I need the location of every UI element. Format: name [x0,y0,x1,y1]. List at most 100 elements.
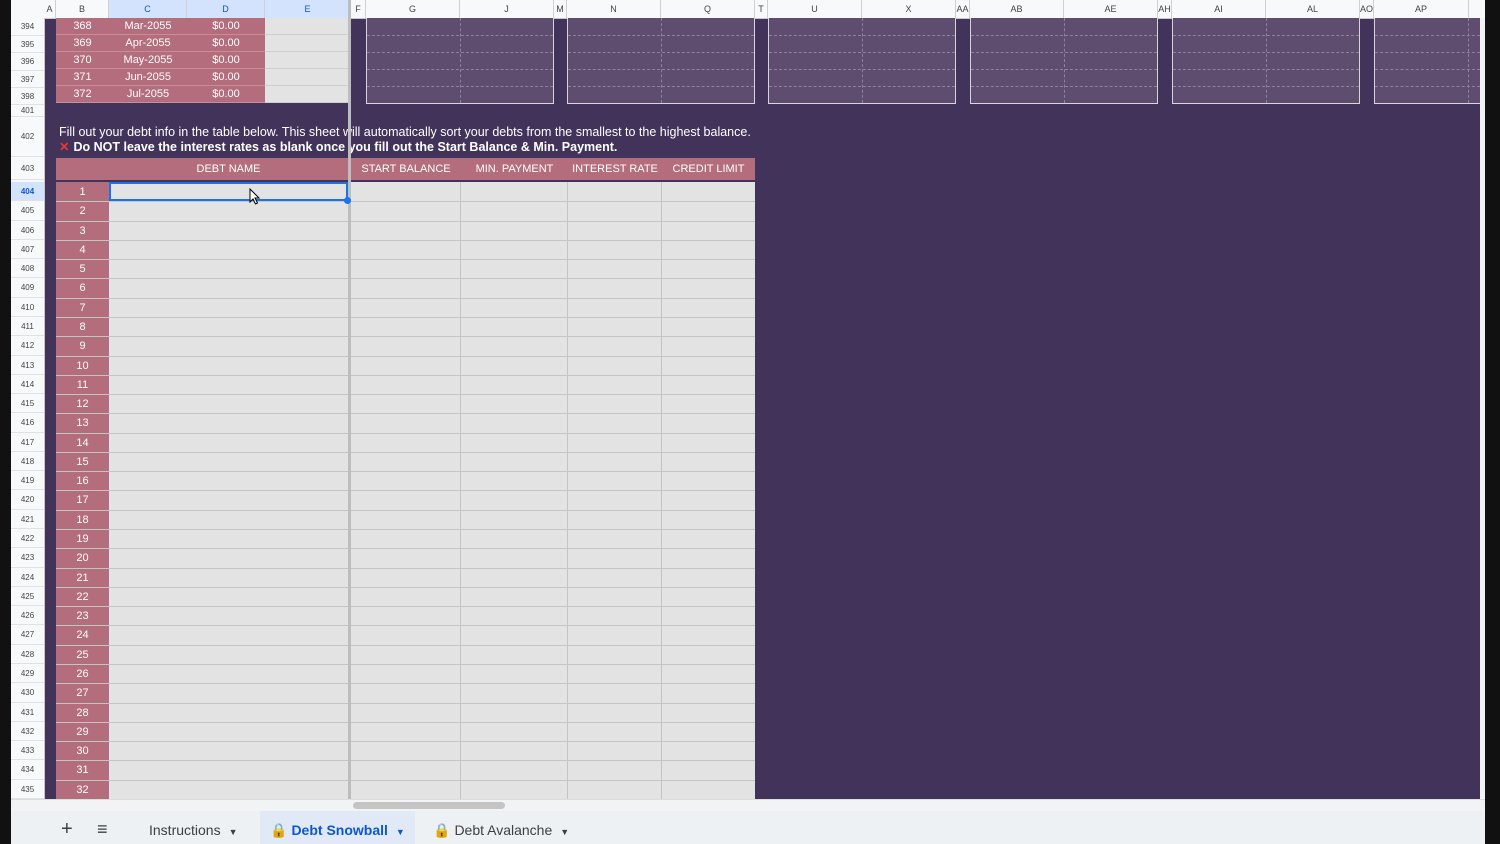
column-header-aa[interactable]: AA [956,0,970,18]
row-header[interactable]: 401 [11,105,44,117]
row-header[interactable]: 424 [11,568,44,587]
column-header-x[interactable]: X [862,0,956,18]
horizontal-scroll-thumb[interactable] [353,802,505,809]
row-header[interactable]: 396 [11,53,44,71]
chevron-down-icon[interactable]: ▼ [229,827,238,837]
mini-table-panel[interactable] [768,18,956,104]
table-row[interactable]: 371 Jun-2055 $0.00 [56,69,265,86]
mini-table-panel[interactable] [1172,18,1360,104]
row-header[interactable]: 413 [11,356,44,375]
row-header[interactable]: 435 [11,780,44,799]
row-header[interactable]: 418 [11,452,44,472]
column-header-d[interactable]: D [187,0,265,18]
row-header[interactable]: 412 [11,336,44,356]
empty-cell[interactable] [265,18,348,35]
column-header-c[interactable]: C [109,0,187,18]
mini-table-panel[interactable] [567,18,755,104]
chevron-down-icon[interactable]: ▼ [560,827,569,837]
tab-instructions[interactable]: Instructions ▼ [137,811,250,844]
spreadsheet-grid[interactable]: A B C D E F G J M N Q T U X AA AB AE AH … [11,0,1485,844]
row-header[interactable]: 404 [11,182,44,202]
row-header[interactable]: 427 [11,625,44,645]
column-header-g[interactable]: G [366,0,460,18]
column-header-ab[interactable]: AB [970,0,1064,18]
chevron-down-icon[interactable]: ▼ [396,827,405,837]
row-header[interactable]: 411 [11,317,44,337]
column-header-ah[interactable]: AH [1158,0,1172,18]
row-header[interactable]: 415 [11,394,44,414]
tab-debt-avalanche[interactable]: 🔒 Debt Avalanche ▼ [423,811,579,844]
header-start-balance[interactable]: START BALANCE [351,158,461,180]
row-header[interactable]: 408 [11,259,44,279]
row-header[interactable]: 395 [11,36,44,53]
empty-cell[interactable] [265,86,348,103]
row-header[interactable]: 402 [11,117,44,157]
column-header-n[interactable]: N [567,0,661,18]
row-header[interactable]: 428 [11,645,44,664]
selected-cell-debt-name-1[interactable] [109,182,348,201]
column-header-u[interactable]: U [768,0,862,18]
header-min-payment[interactable]: MIN. PAYMENT [461,158,568,180]
mini-table-panel[interactable] [1374,18,1480,104]
row-header[interactable]: 425 [11,587,44,607]
row-header[interactable]: 423 [11,548,44,568]
table-row[interactable]: 372 Jul-2055 $0.00 [56,86,265,103]
header-credit-limit[interactable]: CREDIT LIMIT [662,158,755,180]
column-header-ai[interactable]: AI [1172,0,1266,18]
column-header-f[interactable]: F [351,0,366,18]
row-header[interactable]: 421 [11,510,44,530]
empty-cell[interactable] [265,52,348,69]
mini-table-panel[interactable] [366,18,554,104]
row-header[interactable]: 416 [11,413,44,433]
row-header[interactable]: 417 [11,433,44,452]
column-header-b[interactable]: B [56,0,109,18]
column-header-ap[interactable]: AP [1374,0,1469,18]
row-header[interactable]: 398 [11,88,44,105]
row-header[interactable]: 414 [11,375,44,395]
column-header-e[interactable]: E [265,0,351,18]
row-header[interactable]: 397 [11,71,44,88]
menu-icon[interactable]: ≡ [97,811,108,844]
row-header[interactable]: 406 [11,221,44,240]
table-row[interactable]: 369 Apr-2055 $0.00 [56,35,265,52]
column-divider [460,182,461,799]
row-header[interactable]: 432 [11,722,44,742]
mini-table-panel[interactable] [970,18,1158,104]
header-debt-name[interactable]: DEBT NAME [109,158,348,180]
column-header-t[interactable]: T [755,0,768,18]
row-header[interactable]: 422 [11,529,44,549]
plus-icon[interactable]: + [61,811,73,844]
row-header[interactable]: 434 [11,760,44,780]
row-header[interactable]: 420 [11,490,44,510]
row-header[interactable]: 431 [11,703,44,722]
empty-cell[interactable] [265,69,348,86]
row-header[interactable]: 419 [11,471,44,491]
row-header[interactable]: 433 [11,741,44,761]
column-header-j[interactable]: J [460,0,554,18]
row-header[interactable]: 409 [11,278,44,298]
column-header-ae[interactable]: AE [1064,0,1158,18]
table-row[interactable]: 370 May-2055 $0.00 [56,52,265,69]
column-header-a[interactable]: A [44,0,56,18]
fill-handle[interactable] [344,197,351,204]
row-divider [56,394,755,396]
vertical-scrollbar[interactable] [1480,18,1485,799]
row-header[interactable]: 394 [11,18,44,36]
row-header[interactable]: 410 [11,298,44,317]
row-header[interactable]: 426 [11,606,44,626]
row-header[interactable]: 407 [11,240,44,260]
table-row[interactable]: 368 Mar-2055 $0.00 [56,18,265,35]
empty-cell[interactable] [265,35,348,52]
header-interest-rate[interactable]: INTEREST RATE [568,158,662,180]
column-header-m[interactable]: M [554,0,567,18]
row-header[interactable]: 429 [11,664,44,684]
column-header-al[interactable]: AL [1266,0,1360,18]
row-divider [56,201,755,203]
row-header[interactable]: 405 [11,201,44,221]
row-header[interactable]: 430 [11,683,44,703]
frozen-column-divider[interactable] [348,0,351,799]
column-header-q[interactable]: Q [661,0,755,18]
column-header-ao[interactable]: AO [1360,0,1374,18]
row-header[interactable]: 403 [11,157,44,180]
tab-debt-snowball[interactable]: 🔒 Debt Snowball ▼ [260,811,415,844]
